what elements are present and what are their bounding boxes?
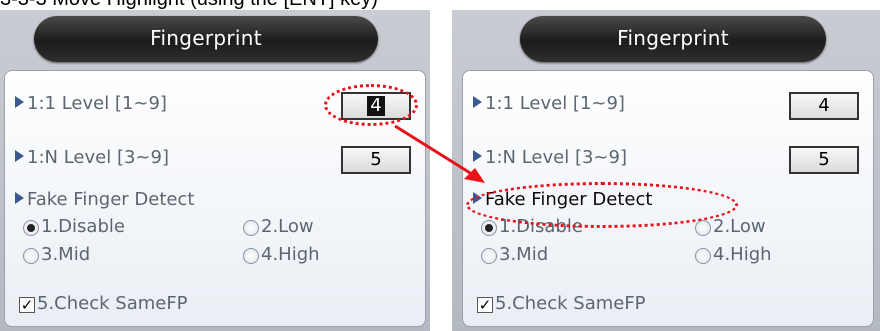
arrow-icon [394,124,485,183]
